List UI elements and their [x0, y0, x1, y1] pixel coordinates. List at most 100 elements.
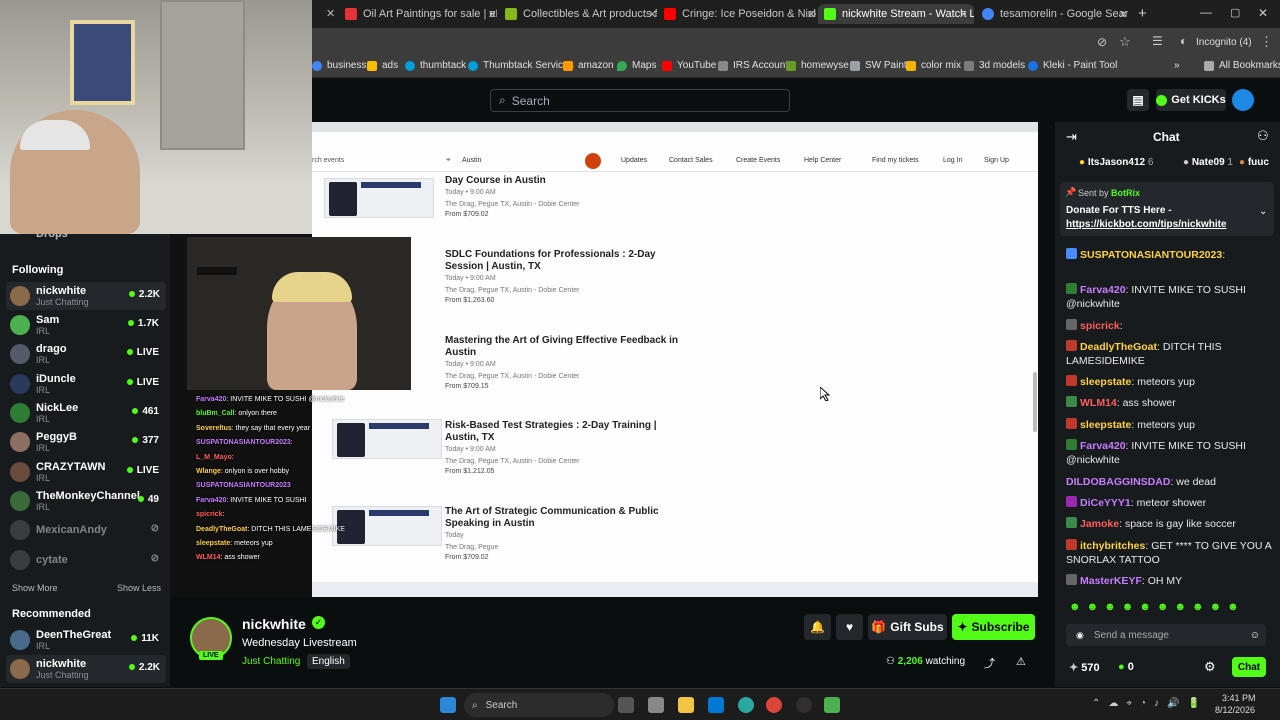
chat-message[interactable]: Jamoke: space is gay like soccer [1066, 517, 1278, 531]
bookmark-maps[interactable]: Maps [617, 60, 656, 71]
bookmark-youtube[interactable]: YouTube [662, 60, 716, 71]
chevron-right-icon[interactable]: » [1174, 60, 1180, 71]
gift-subs-button[interactable]: 🎁 Gift Subs [868, 614, 947, 640]
sidebar-item-deenthegreat[interactable]: DeenTheGreat IRL 11K [10, 626, 165, 654]
close-icon[interactable]: ✕ [326, 7, 335, 20]
sidebar-item-nickwhite-recommended[interactable]: nickwhite Just Chatting 2.2K [6, 655, 166, 683]
scrollbar[interactable] [1033, 372, 1037, 432]
clock-date[interactable]: 8/12/2026 [1215, 705, 1255, 715]
points-display[interactable]: ✦ 570 [1069, 661, 1100, 674]
notification-bell-button[interactable]: 🔔 [804, 614, 831, 640]
calculator-icon[interactable] [708, 697, 724, 713]
emoji-icon[interactable]: ☺ [1250, 630, 1260, 641]
browser-tab-kick[interactable]: nickwhite Stream - Watch Live ✕ [818, 4, 974, 24]
browser-tab-google[interactable]: tesamorelin - Google Search ✕ [982, 4, 1128, 24]
pinned-message[interactable]: 📌 Sent by BotRix Donate For TTS Here - h… [1060, 182, 1274, 236]
share-icon[interactable]: ⤴ [984, 655, 995, 671]
bookmark-sw-paint[interactable]: SW Paint [850, 60, 907, 71]
eye-off-icon[interactable]: ⊘ [1097, 35, 1107, 49]
close-window-button[interactable]: ✕ [1258, 6, 1268, 20]
chat-message[interactable]: DiCeYYY1: meteor shower [1066, 496, 1278, 510]
sidebar-item-sam[interactable]: Sam IRL 1.7K [10, 311, 165, 339]
all-bookmarks[interactable]: All Bookmarks [1204, 60, 1280, 71]
chat-message[interactable]: SUSPATONASIANTOUR2023: [1066, 248, 1278, 262]
bookmark-irs[interactable]: IRS Account [718, 60, 788, 71]
show-less-button[interactable]: Show Less [117, 583, 161, 593]
clock-time[interactable]: 3:41 PM [1222, 693, 1256, 703]
chat-message[interactable]: sleepstate: meteors yup [1066, 375, 1278, 389]
obs-icon[interactable] [796, 697, 812, 713]
bookmark-business[interactable]: business [312, 60, 366, 71]
menu-icon[interactable]: ⋮ [1260, 34, 1273, 50]
chat-input[interactable]: ◉ Send a message ☺ [1066, 624, 1266, 646]
dashboard-icon[interactable]: ▤ [1127, 89, 1149, 111]
sidebar-item-nickwhite[interactable]: nickwhite Just Chatting 2.2K [6, 282, 166, 310]
close-icon[interactable]: ✕ [959, 8, 968, 21]
sidebar-item-drago[interactable]: drago IRL LIVE [10, 340, 165, 368]
browser-tab-ebay[interactable]: Oil Art Paintings for sale | eBay ✕ [345, 4, 497, 24]
chrome-icon[interactable] [766, 697, 782, 713]
bookmark-amazon[interactable]: amazon [563, 60, 614, 71]
search-input[interactable]: ⌕ Search [490, 89, 790, 112]
close-icon[interactable]: ✕ [807, 8, 816, 21]
gifter-item[interactable]: ● Nate09 1 [1183, 157, 1233, 168]
get-kicks-button[interactable]: Get KICKs [1156, 89, 1226, 111]
minimize-button[interactable]: — [1200, 5, 1212, 19]
gifter-item[interactable]: ● ItsJason412 6 [1079, 157, 1153, 168]
bookmark-thumbtack[interactable]: thumbtack [405, 60, 466, 71]
gear-icon[interactable]: ⚙ [1204, 659, 1216, 675]
chat-message[interactable]: Farva420: INVITE MIKE TO SUSHI @nickwhit… [1066, 283, 1278, 311]
incognito-label[interactable]: Incognito (4) [1196, 37, 1252, 48]
tray-icons[interactable]: ⌃☁⌖◔♪🔊🔋 [1092, 698, 1208, 709]
notepad-icon[interactable] [648, 697, 664, 713]
file-explorer-icon[interactable] [678, 697, 694, 713]
browser-tab-collectibles[interactable]: Collectibles & Art products for ✕ [505, 4, 657, 24]
sidebar-item-mexicanandy[interactable]: MexicanAndy ⊘ [10, 516, 165, 544]
bookmark-3d-models[interactable]: 3d models [964, 60, 1025, 71]
chat-message[interactable]: DILDOBAGGINSDAD: we dead [1066, 475, 1278, 489]
maximize-button[interactable]: ▢ [1230, 6, 1240, 19]
close-icon[interactable]: ✕ [648, 8, 657, 21]
language-tag[interactable]: English [307, 654, 350, 669]
star-icon[interactable]: ☆ [1119, 34, 1131, 50]
collapse-chat-icon[interactable]: ⇥ [1066, 129, 1077, 145]
close-icon[interactable]: ✕ [1119, 8, 1128, 21]
bookmark-color-mix[interactable]: color mix [906, 60, 961, 71]
show-more-button[interactable]: Show More [12, 583, 58, 593]
task-view-icon[interactable] [618, 697, 634, 713]
report-icon[interactable]: ⚠ [1016, 655, 1026, 668]
windows-start-icon[interactable] [440, 697, 456, 713]
edge-icon[interactable] [738, 697, 754, 713]
category-link[interactable]: Just Chatting [242, 656, 300, 667]
chat-send-button[interactable]: Chat [1232, 657, 1266, 677]
chat-message[interactable]: WLM14: ass shower [1066, 396, 1278, 410]
app-icon[interactable] [824, 697, 840, 713]
new-tab-button[interactable]: + [1138, 5, 1147, 22]
sidebar-item-themonkeychannel[interactable]: TheMonkeyChannel IRL 49 [10, 487, 165, 515]
follow-heart-button[interactable]: ♥ [836, 614, 863, 640]
taskbar-search[interactable]: ⌕ Search [464, 693, 614, 717]
gifter-item[interactable]: ● fuuc [1239, 157, 1269, 168]
chat-message[interactable]: spicrick: [1066, 319, 1278, 333]
chat-message[interactable]: DeadlyTheGoat: DITCH THIS LAMESIDEMIKE [1066, 340, 1278, 368]
chevron-down-icon[interactable]: ⌄ [1259, 206, 1267, 217]
sidebar-item-iduncle[interactable]: iDuncle IRL LIVE [10, 370, 165, 398]
bookmark-ads[interactable]: ads [367, 60, 398, 71]
close-icon[interactable]: ✕ [488, 8, 497, 21]
chat-message[interactable]: sleepstate: meteors yup [1066, 418, 1278, 432]
sidebar-item-peggyb[interactable]: PeggyB IRL 377 [10, 428, 165, 456]
chat-message[interactable]: Farva420: INVITE MIKE TO SUSHI @nickwhit… [1066, 439, 1278, 467]
sidebar-item-cytate[interactable]: cytate ⊘ [10, 546, 165, 574]
channel-name[interactable]: nickwhite [242, 616, 306, 632]
user-avatar[interactable] [1232, 89, 1254, 111]
pinned-link[interactable]: https://kickbot.com/tips/nickwhite [1066, 219, 1227, 230]
chat-message[interactable]: MasterKEYF: OH MY [1066, 574, 1278, 588]
bookmark-kleki[interactable]: Kleki - Paint Tool [1028, 60, 1117, 71]
bookmark-homewyse[interactable]: homewyse [786, 60, 849, 71]
emote-bar[interactable]: ☻☻☻☻☻☻☻☻☻☻ [1069, 601, 1269, 615]
chat-message[interactable]: itchybritches: GET **** TO GIVE YOU A SN… [1066, 539, 1278, 567]
subscribe-button[interactable]: ✦ Subscribe [952, 614, 1035, 640]
bookmark-thumbtack-services[interactable]: Thumbtack Services [468, 60, 574, 71]
browser-tab-youtube[interactable]: Cringe: Ice Poseidon & Nick W ✕ [664, 4, 816, 24]
kicks-display[interactable]: ● 0 [1118, 661, 1134, 673]
